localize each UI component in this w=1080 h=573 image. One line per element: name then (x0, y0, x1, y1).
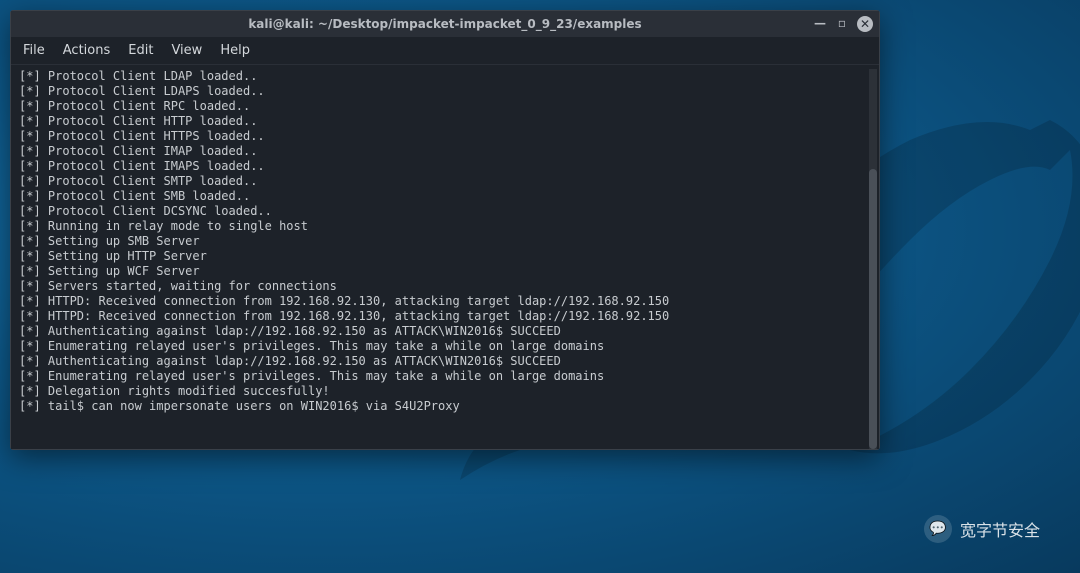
terminal-line: [*] Protocol Client LDAP loaded.. (19, 69, 871, 84)
menu-file[interactable]: File (23, 43, 45, 58)
terminal-line: [*] Setting up HTTP Server (19, 249, 871, 264)
terminal-line: [*] Protocol Client SMB loaded.. (19, 189, 871, 204)
terminal-line: [*] Protocol Client IMAP loaded.. (19, 144, 871, 159)
terminal-line: [*] Protocol Client LDAPS loaded.. (19, 84, 871, 99)
terminal-line: [*] HTTPD: Received connection from 192.… (19, 294, 871, 309)
minimize-button[interactable]: — (813, 16, 827, 30)
terminal-line: [*] HTTPD: Received connection from 192.… (19, 309, 871, 324)
terminal-line: [*] Authenticating against ldap://192.16… (19, 354, 871, 369)
terminal-line: [*] Running in relay mode to single host (19, 219, 871, 234)
terminal-window: kali@kali: ~/Desktop/impacket-impacket_0… (10, 10, 880, 450)
menu-view[interactable]: View (171, 43, 202, 58)
terminal-content[interactable]: [*] Protocol Client LDAP loaded.. [*] Pr… (11, 65, 879, 449)
terminal-line: [*] Enumerating relayed user's privilege… (19, 339, 871, 354)
terminal-line: [*] Servers started, waiting for connect… (19, 279, 871, 294)
terminal-line: [*] Delegation rights modified succesful… (19, 384, 871, 399)
titlebar-controls: — ▫ ✕ (813, 16, 873, 32)
terminal-line: [*] Authenticating against ldap://192.16… (19, 324, 871, 339)
watermark-text: 宽字节安全 (960, 517, 1040, 541)
terminal-line: [*] Protocol Client SMTP loaded.. (19, 174, 871, 189)
scrollbar-thumb[interactable] (869, 169, 877, 449)
terminal-line: [*] tail$ can now impersonate users on W… (19, 399, 871, 414)
terminal-line: [*] Setting up SMB Server (19, 234, 871, 249)
menu-edit[interactable]: Edit (128, 43, 153, 58)
menubar: File Actions Edit View Help (11, 37, 879, 65)
terminal-line: [*] Protocol Client HTTP loaded.. (19, 114, 871, 129)
menu-help[interactable]: Help (220, 43, 250, 58)
window-title: kali@kali: ~/Desktop/impacket-impacket_0… (248, 17, 641, 31)
scrollbar[interactable] (869, 69, 877, 449)
terminal-line: [*] Protocol Client HTTPS loaded.. (19, 129, 871, 144)
close-button[interactable]: ✕ (857, 16, 873, 32)
terminal-line: [*] Protocol Client DCSYNC loaded.. (19, 204, 871, 219)
terminal-line: [*] Enumerating relayed user's privilege… (19, 369, 871, 384)
watermark: 💬 宽字节安全 (924, 515, 1040, 543)
titlebar[interactable]: kali@kali: ~/Desktop/impacket-impacket_0… (11, 11, 879, 37)
menu-actions[interactable]: Actions (63, 43, 111, 58)
wechat-icon: 💬 (924, 515, 952, 543)
terminal-line: [*] Setting up WCF Server (19, 264, 871, 279)
maximize-button[interactable]: ▫ (835, 16, 849, 30)
terminal-line: [*] Protocol Client RPC loaded.. (19, 99, 871, 114)
terminal-line: [*] Protocol Client IMAPS loaded.. (19, 159, 871, 174)
